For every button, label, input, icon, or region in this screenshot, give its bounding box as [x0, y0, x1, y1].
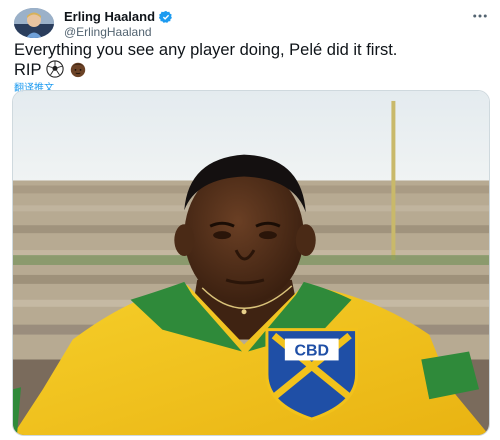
tweet-photo[interactable]: CBD: [12, 90, 490, 436]
tweet-text-rip: RIP: [14, 61, 42, 79]
more-options-icon[interactable]: [468, 6, 492, 26]
pele-photo-image: CBD: [13, 91, 489, 435]
man-dark-skin-emoji: [69, 60, 87, 78]
avatar[interactable]: [14, 8, 54, 38]
tweet-text-line-2: RIP: [14, 60, 484, 80]
author-handle[interactable]: @ErlingHaaland: [64, 25, 152, 39]
soccer-ball-icon: [45, 60, 64, 78]
tweet-card[interactable]: Erling Haaland @ErlingHaaland Everything…: [0, 0, 500, 440]
crest-text: CBD: [294, 342, 328, 359]
verified-badge-icon: [158, 10, 173, 24]
avatar-image: [14, 8, 54, 38]
emoji-row: [45, 60, 87, 78]
tweet-text-line-1: Everything you see any player doing, Pel…: [14, 41, 398, 59]
tweet-text: Everything you see any player doing, Pel…: [14, 40, 484, 80]
author-name-row: Erling Haaland: [64, 9, 173, 24]
author-display-name[interactable]: Erling Haaland: [64, 9, 155, 24]
